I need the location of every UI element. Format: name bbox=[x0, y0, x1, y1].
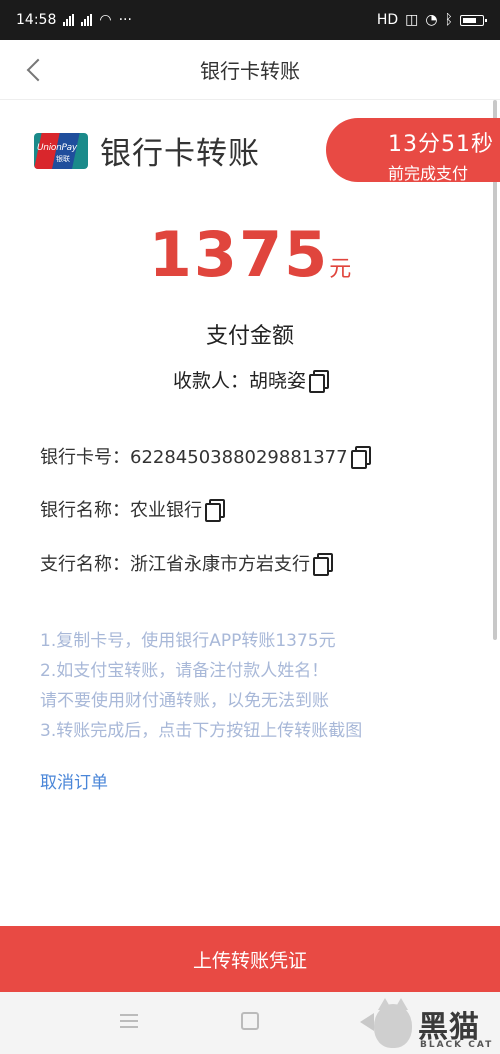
amount-value: 1375 bbox=[148, 218, 330, 291]
status-time: 14:58 bbox=[16, 12, 57, 28]
amount-display: 1375元 bbox=[0, 218, 500, 291]
signal-icon bbox=[63, 14, 75, 26]
status-left: 14:58 ◠ ··· bbox=[16, 12, 132, 28]
card-header: UnionPay 银联 银行卡转账 bbox=[34, 128, 260, 173]
alarm-icon: ◔ bbox=[425, 12, 438, 28]
copy-icon[interactable] bbox=[205, 499, 225, 522]
card-number-row: 银行卡号：6228450388029881377 bbox=[40, 443, 371, 469]
card-number-label: 银行卡号： bbox=[40, 447, 130, 468]
card-number-value: 6228450388029881377 bbox=[130, 447, 348, 468]
watermark: 黑猫 BLACK CAT bbox=[374, 998, 500, 1054]
instructions: 1.复制卡号，使用银行APP转账1375元 2.如支付宝转账，请备注付款人姓名！… bbox=[40, 626, 362, 746]
copy-icon[interactable] bbox=[313, 553, 333, 576]
countdown-timer: 13分51秒 前完成支付 bbox=[326, 118, 500, 182]
status-more: ··· bbox=[118, 12, 132, 28]
vibrate-icon: ◫ bbox=[405, 12, 419, 28]
payee-label: 收款人： bbox=[172, 370, 249, 392]
timer-note: 前完成支付 bbox=[388, 164, 469, 182]
timer-time: 13分51秒 bbox=[388, 132, 494, 157]
bank-name-value: 农业银行 bbox=[130, 500, 202, 521]
payee-name: 胡晓姿 bbox=[249, 370, 307, 392]
instruction-line: 3.转账完成后，点击下方按钮上传转账截图 bbox=[40, 721, 363, 741]
branch-name-row: 支行名称：浙江省永康市方岩支行 bbox=[40, 550, 333, 576]
upload-proof-button[interactable]: 上传转账凭证 bbox=[0, 926, 500, 992]
battery-icon bbox=[460, 14, 487, 26]
status-right: HD ◫ ◔ ᛒ bbox=[376, 12, 487, 28]
copy-icon[interactable] bbox=[350, 446, 371, 469]
instruction-line: 1.复制卡号，使用银行APP转账1375元 bbox=[40, 631, 336, 651]
cancel-order-link[interactable]: 取消订单 bbox=[40, 768, 108, 793]
instruction-line: 请不要使用财付通转账，以免无法到账 bbox=[40, 691, 329, 711]
amount-unit: 元 bbox=[329, 257, 352, 282]
amount-label: 支付金额 bbox=[205, 324, 294, 349]
copy-icon[interactable] bbox=[309, 370, 330, 393]
bank-name-row: 银行名称：农业银行 bbox=[40, 496, 225, 522]
branch-name-label: 支行名称： bbox=[40, 554, 130, 575]
instruction-line: 2.如支付宝转账，请备注付款人姓名！ bbox=[40, 661, 329, 681]
page-title: 银行卡转账 bbox=[200, 59, 300, 83]
card-title: 银行卡转账 bbox=[100, 136, 260, 172]
branch-name-value: 浙江省永康市方岩支行 bbox=[130, 554, 310, 575]
bluetooth-icon: ᛒ bbox=[444, 12, 453, 28]
cat-logo-icon bbox=[374, 998, 412, 1048]
payee-row: 收款人：胡晓姿 bbox=[0, 366, 500, 393]
watermark-en: BLACK CAT bbox=[420, 1040, 494, 1050]
nav-bar: 银行卡转账 bbox=[0, 40, 500, 100]
wifi-icon: ◠ bbox=[99, 12, 112, 28]
status-bar: 14:58 ◠ ··· HD ◫ ◔ ᛒ bbox=[0, 0, 500, 40]
back-triangle-icon[interactable] bbox=[360, 1013, 374, 1031]
menu-icon[interactable] bbox=[120, 1014, 138, 1028]
hd-label: HD bbox=[376, 12, 399, 28]
signal-icon-2 bbox=[81, 14, 93, 26]
back-button[interactable] bbox=[22, 56, 48, 82]
home-icon[interactable] bbox=[241, 1012, 259, 1030]
unionpay-logo: UnionPay 银联 bbox=[34, 132, 88, 169]
bank-name-label: 银行名称： bbox=[40, 500, 130, 521]
